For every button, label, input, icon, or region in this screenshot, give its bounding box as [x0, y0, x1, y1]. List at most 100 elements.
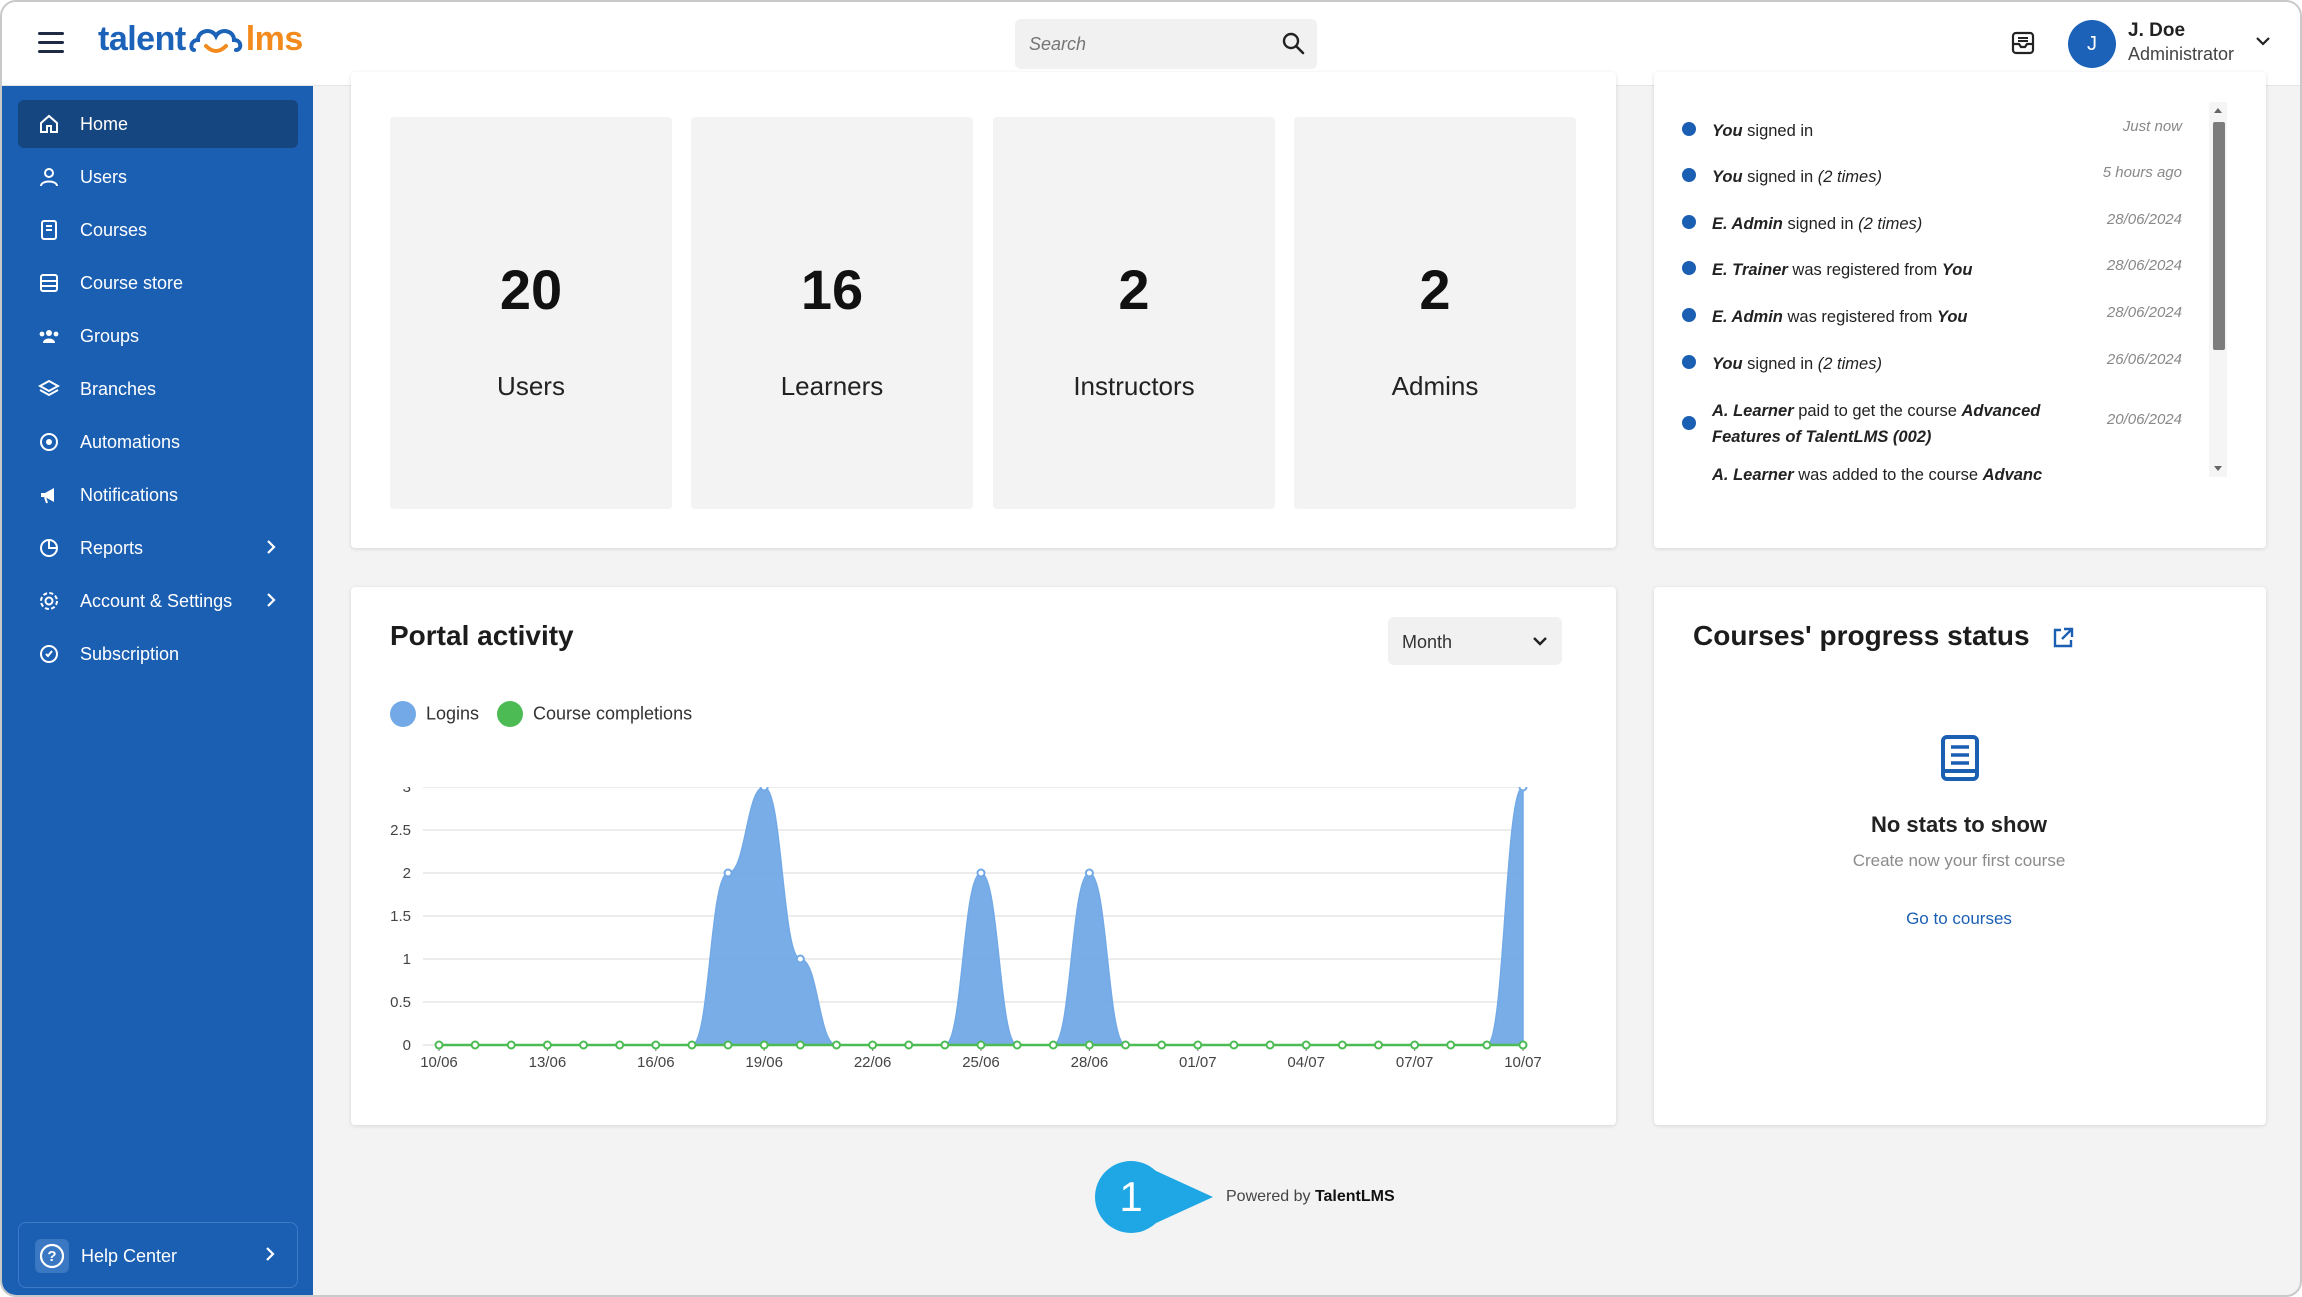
- courses-progress-title: Courses' progress status: [1693, 620, 2075, 652]
- sidebar-item-label: Subscription: [80, 644, 180, 664]
- powered-by: Powered by TalentLMS: [1226, 1188, 1395, 1206]
- timeline-actor[interactable]: You: [1712, 355, 1743, 373]
- go-to-courses-link[interactable]: Go to courses: [1654, 909, 2264, 929]
- x-tick-label: 01/07: [1179, 1054, 1217, 1071]
- avatar: J: [2068, 20, 2116, 68]
- external-link-icon[interactable]: [2051, 626, 2075, 650]
- search-input[interactable]: [1029, 29, 1259, 59]
- sidebar-item-account-settings[interactable]: Account & Settings: [18, 577, 298, 625]
- courses-progress-card: Courses' progress status No stats to sho…: [1654, 587, 2266, 1125]
- chevron-right-icon: [266, 1247, 275, 1261]
- stat-users[interactable]: 20 Users: [390, 117, 672, 509]
- timeline-actor[interactable]: E. Admin: [1712, 308, 1783, 326]
- user-menu[interactable]: J J. Doe Administrator: [2068, 16, 2282, 72]
- sidebar-item-automations[interactable]: Automations: [18, 418, 298, 466]
- automation-icon: [40, 433, 58, 451]
- x-tick-label: 19/06: [745, 1054, 783, 1071]
- stat-learners[interactable]: 16 Learners: [691, 117, 973, 509]
- timeline-dot: [1682, 416, 1696, 430]
- timeline-extra[interactable]: You: [1942, 261, 1973, 279]
- timeline-actor[interactable]: E. Admin: [1712, 215, 1783, 233]
- x-tick-label: 10/06: [420, 1054, 458, 1071]
- completions-point: [542, 1040, 552, 1050]
- stat-instructors[interactable]: 2 Instructors: [993, 117, 1275, 509]
- timeline-actor[interactable]: You: [1712, 122, 1743, 140]
- period-select-value: Month: [1402, 632, 1453, 652]
- timeline-action: signed in: [1742, 122, 1814, 140]
- sidebar-item-notifications[interactable]: Notifications: [18, 471, 298, 519]
- y-tick-label: 3: [403, 787, 411, 796]
- period-select[interactable]: Month: [1388, 617, 1562, 665]
- timeline-scrollbar[interactable]: [2209, 102, 2227, 477]
- logo[interactable]: talent lms: [98, 20, 303, 59]
- timeline-extra[interactable]: You: [1937, 308, 1968, 326]
- stat-label: Admins: [1391, 371, 1479, 401]
- menu-icon[interactable]: [38, 32, 64, 56]
- x-tick-label: 16/06: [637, 1054, 675, 1071]
- stat-admins[interactable]: 2 Admins: [1294, 117, 1576, 509]
- completions-point: [1301, 1040, 1311, 1050]
- powered-by-brand: TalentLMS: [1314, 1188, 1395, 1205]
- timeline-extra[interactable]: Advanc: [1983, 466, 2043, 484]
- logins-point: [723, 868, 733, 878]
- timeline-time: 20/06/2024: [2106, 411, 2182, 428]
- legend-label: Logins: [426, 703, 480, 724]
- y-tick-label: 0.5: [390, 994, 411, 1011]
- x-tick-label: 07/07: [1396, 1054, 1434, 1071]
- sidebar-item-groups[interactable]: Groups: [18, 312, 298, 360]
- timeline-actor[interactable]: You: [1712, 168, 1743, 186]
- x-tick-label: 04/07: [1287, 1054, 1325, 1071]
- search-icon[interactable]: [1281, 31, 1305, 55]
- help-center-label: Help Center: [81, 1246, 178, 1266]
- sidebar-item-users[interactable]: Users: [18, 153, 298, 201]
- app-window: talent lms J J. Doe Administrator Home Us…: [0, 0, 2302, 1297]
- completions-point: [470, 1040, 480, 1050]
- layers-icon: [38, 379, 60, 397]
- completions-point: [1410, 1040, 1420, 1050]
- user-icon: [40, 168, 58, 187]
- timeline-text: You signed in: [1712, 118, 2082, 144]
- sidebar-item-reports[interactable]: Reports: [18, 524, 298, 572]
- timeline-text: E. Admin was registered from You: [1712, 304, 2082, 330]
- stat-value: 16: [800, 258, 864, 321]
- completions-point: [1446, 1040, 1456, 1050]
- legend-course-completions[interactable]: Course completions: [497, 701, 692, 727]
- sidebar-item-course-store[interactable]: Course store: [18, 259, 298, 307]
- sidebar-item-label: Automations: [80, 432, 181, 452]
- timeline-dot: [1682, 168, 1696, 182]
- x-tick-label: 25/06: [962, 1054, 1000, 1071]
- timeline-actor[interactable]: E. Trainer: [1712, 261, 1788, 279]
- scrollbar-thumb[interactable]: [2213, 122, 2225, 350]
- completions-point: [1229, 1040, 1239, 1050]
- search-box[interactable]: [1015, 19, 1317, 69]
- sidebar: Home Users Courses Course store Groups B…: [2, 86, 313, 1295]
- timeline-actor[interactable]: A. Learner: [1712, 466, 1794, 484]
- scroll-down-icon[interactable]: [2213, 465, 2223, 473]
- subscription-icon: [40, 645, 58, 663]
- sidebar-item-subscription[interactable]: Subscription: [18, 630, 298, 678]
- y-tick-label: 1: [403, 951, 411, 968]
- timeline-extra: (2 times): [1858, 215, 1923, 233]
- timeline-text: A. Learner was added to the course Advan…: [1712, 462, 2082, 488]
- legend-logins[interactable]: Logins: [390, 701, 479, 727]
- timeline-text: You signed in (2 times): [1712, 351, 2082, 377]
- completions-point: [1265, 1040, 1275, 1050]
- completions-point: [759, 1040, 769, 1050]
- scroll-up-icon[interactable]: [2213, 106, 2223, 114]
- inbox-icon[interactable]: [2010, 30, 2036, 56]
- completions-point: [1193, 1040, 1203, 1050]
- legend-swatch: [390, 701, 416, 727]
- help-center-button[interactable]: ? Help Center: [18, 1222, 298, 1288]
- completions-point: [868, 1040, 878, 1050]
- sidebar-item-home[interactable]: Home: [18, 100, 298, 148]
- completions-point: [723, 1040, 733, 1050]
- sidebar-item-branches[interactable]: Branches: [18, 365, 298, 413]
- logins-point: [759, 787, 769, 792]
- completions-point: [976, 1040, 986, 1050]
- completions-point: [795, 1040, 805, 1050]
- timeline-actor[interactable]: A. Learner: [1712, 402, 1794, 420]
- book-icon: [41, 220, 57, 240]
- portal-activity-card: Portal activity Month Logins Course comp…: [351, 587, 1616, 1125]
- sidebar-item-courses[interactable]: Courses: [18, 206, 298, 254]
- completions-point: [1084, 1040, 1094, 1050]
